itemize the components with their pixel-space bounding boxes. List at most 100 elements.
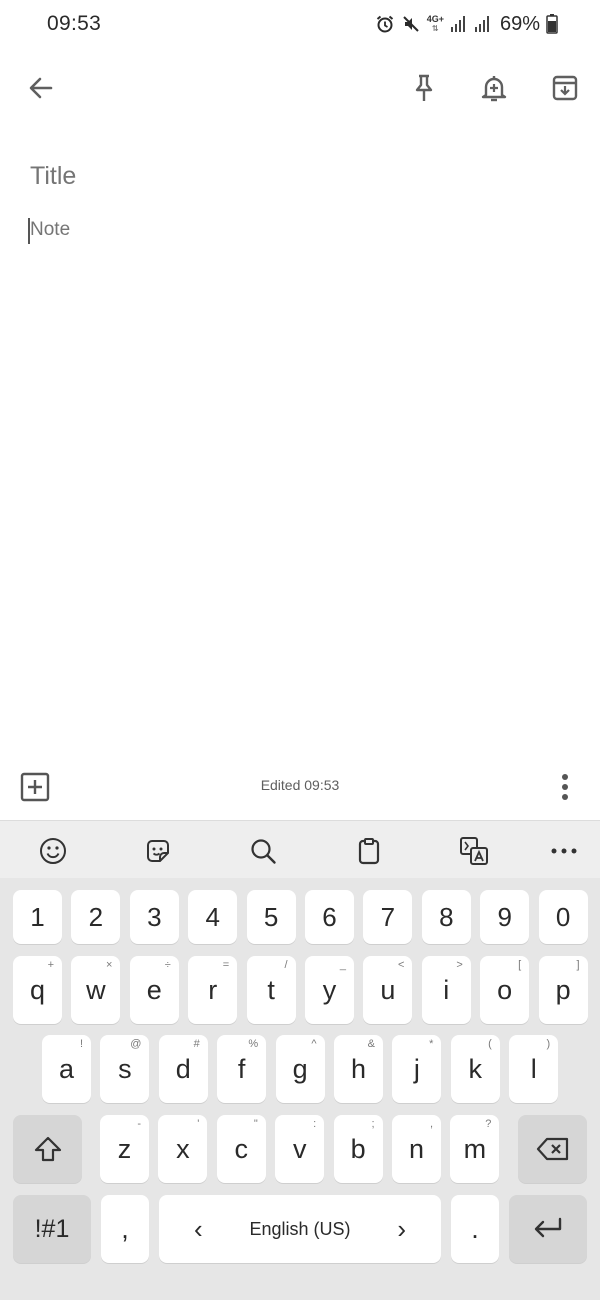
letter-key-n[interactable]: n, — [392, 1115, 441, 1183]
letter-key-s[interactable]: s @ — [100, 1035, 150, 1103]
letter-key-e-secondary: ÷ — [164, 959, 171, 971]
note-input[interactable] — [30, 219, 570, 241]
letter-key-g-secondary: ^ — [311, 1038, 317, 1050]
letter-key-v[interactable]: v: — [275, 1115, 325, 1183]
space-key[interactable]: ‹ English (US) › — [159, 1195, 441, 1263]
edited-timestamp: Edited 09:53 — [260, 777, 340, 793]
keyboard-toolbar — [0, 820, 600, 878]
number-key-9[interactable]: 9 — [480, 890, 530, 944]
title-input[interactable] — [30, 162, 570, 191]
letter-key-g[interactable]: g ^ — [275, 1035, 325, 1103]
letter-key-q-secondary: + — [47, 959, 54, 971]
letter-key-a[interactable]: a! — [42, 1035, 91, 1103]
letter-key-o[interactable]: o[ — [480, 956, 530, 1024]
letter-key-d[interactable]: d # — [158, 1035, 208, 1103]
more-options-button[interactable] — [552, 770, 578, 804]
letter-key-q-label: q — [29, 974, 46, 1005]
number-key-5[interactable]: 5 — [246, 890, 296, 944]
number-key-1[interactable]: 1 — [13, 890, 62, 944]
letter-key-p-secondary: ] — [576, 959, 580, 971]
status-time: 09:53 — [47, 12, 102, 35]
letter-key-h[interactable]: h & — [334, 1035, 383, 1103]
letter-key-e[interactable]: e ÷ — [129, 956, 179, 1024]
symbols-key-label: !#1 — [34, 1214, 70, 1243]
keyboard-more-button[interactable] — [544, 831, 584, 871]
back-arrow-icon — [29, 77, 53, 99]
search-button[interactable] — [243, 831, 283, 871]
letter-key-i[interactable]: i > — [421, 956, 471, 1024]
clipboard-button[interactable] — [349, 831, 389, 871]
letter-key-a-label: a — [58, 1053, 75, 1084]
pin-icon — [415, 74, 433, 101]
note-bottom-bar: Edited 09:53 — [0, 760, 600, 812]
letter-key-u[interactable]: u < — [363, 956, 413, 1024]
translate-icon — [460, 837, 488, 865]
pin-button[interactable] — [400, 58, 448, 118]
letter-key-v-label: v — [292, 1133, 307, 1164]
letter-key-r[interactable]: r = — [188, 956, 238, 1024]
back-button[interactable] — [17, 58, 65, 118]
letter-key-m[interactable]: m? — [450, 1115, 500, 1183]
space-left-arrow: ‹ — [194, 1213, 203, 1244]
letter-key-w[interactable]: w × — [71, 956, 121, 1024]
backspace-icon — [536, 1137, 568, 1161]
symbols-key[interactable]: !#1 — [13, 1195, 91, 1263]
letter-key-j[interactable]: j * — [392, 1035, 442, 1103]
letter-key-b[interactable]: b; — [333, 1115, 383, 1183]
keyboard: !#1 , ‹ English (US) › . 1 2 3 4 5 6 7 8 9 0 q + w × e… — [0, 820, 600, 1300]
letter-key-t[interactable]: t / — [246, 956, 296, 1024]
number-key-2[interactable]: 2 — [71, 890, 121, 944]
period-key[interactable]: . — [451, 1195, 499, 1263]
enter-key[interactable] — [509, 1195, 587, 1263]
comma-key[interactable]: , — [101, 1195, 149, 1263]
reminder-button[interactable] — [470, 58, 518, 118]
number-key-0[interactable]: 0 — [538, 890, 588, 944]
letter-key-r-secondary: = — [222, 959, 230, 971]
number-key-4-label: 4 — [205, 901, 220, 932]
letter-key-l[interactable]: l) — [509, 1035, 559, 1103]
number-key-3[interactable]: 3 — [129, 890, 179, 944]
number-key-8[interactable]: 8 — [421, 890, 471, 944]
number-key-7[interactable]: 7 — [363, 890, 413, 944]
emoji-button[interactable] — [33, 831, 73, 871]
letter-key-k[interactable]: k( — [450, 1035, 500, 1103]
search-icon — [251, 839, 276, 864]
space-right-arrow: › — [397, 1213, 406, 1244]
archive-button[interactable] — [541, 58, 589, 118]
letter-key-o-secondary: [ — [518, 959, 522, 971]
translate-button[interactable] — [454, 831, 494, 871]
more-dots-icon — [551, 848, 577, 854]
letter-key-u-secondary: < — [397, 959, 405, 971]
letter-key-c-secondary: " — [253, 1118, 258, 1130]
letter-key-f[interactable]: f% — [217, 1035, 267, 1103]
letter-key-q[interactable]: q + — [13, 956, 62, 1024]
letter-key-z-secondary: - — [137, 1118, 141, 1130]
signal-icon — [474, 15, 492, 33]
letter-key-d-secondary: # — [193, 1038, 200, 1050]
network-4g-icon: 4G+ ⇅ — [426, 14, 444, 34]
letter-key-m-secondary: ? — [485, 1118, 492, 1130]
letter-key-x[interactable]: x ' — [158, 1115, 208, 1183]
letter-key-w-label: w — [86, 974, 106, 1005]
letter-key-e-label: e — [146, 974, 162, 1005]
sticker-button[interactable] — [138, 831, 178, 871]
letter-key-l-secondary: ) — [546, 1038, 551, 1050]
alarm-icon — [375, 14, 395, 34]
letter-key-z[interactable]: z- — [100, 1115, 149, 1183]
letter-key-p[interactable]: p] — [538, 956, 588, 1024]
number-key-1-label: 1 — [30, 901, 45, 932]
letter-key-k-secondary: ( — [488, 1038, 492, 1050]
note-toolbar — [0, 58, 600, 118]
letter-key-c[interactable]: c " — [216, 1115, 266, 1183]
number-key-4[interactable]: 4 — [188, 890, 238, 944]
number-key-6[interactable]: 6 — [305, 890, 354, 944]
letter-key-x-label: x — [176, 1133, 190, 1164]
letter-key-l-label: l — [530, 1053, 537, 1084]
shift-key[interactable] — [13, 1115, 82, 1183]
backspace-key[interactable] — [518, 1115, 587, 1183]
number-key-9-label: 9 — [497, 901, 512, 932]
letter-key-a-secondary: ! — [79, 1038, 83, 1050]
letter-key-y[interactable]: y _ — [305, 956, 354, 1024]
letter-key-x-secondary: ' — [197, 1118, 200, 1130]
number-key-2-label: 2 — [88, 901, 104, 932]
